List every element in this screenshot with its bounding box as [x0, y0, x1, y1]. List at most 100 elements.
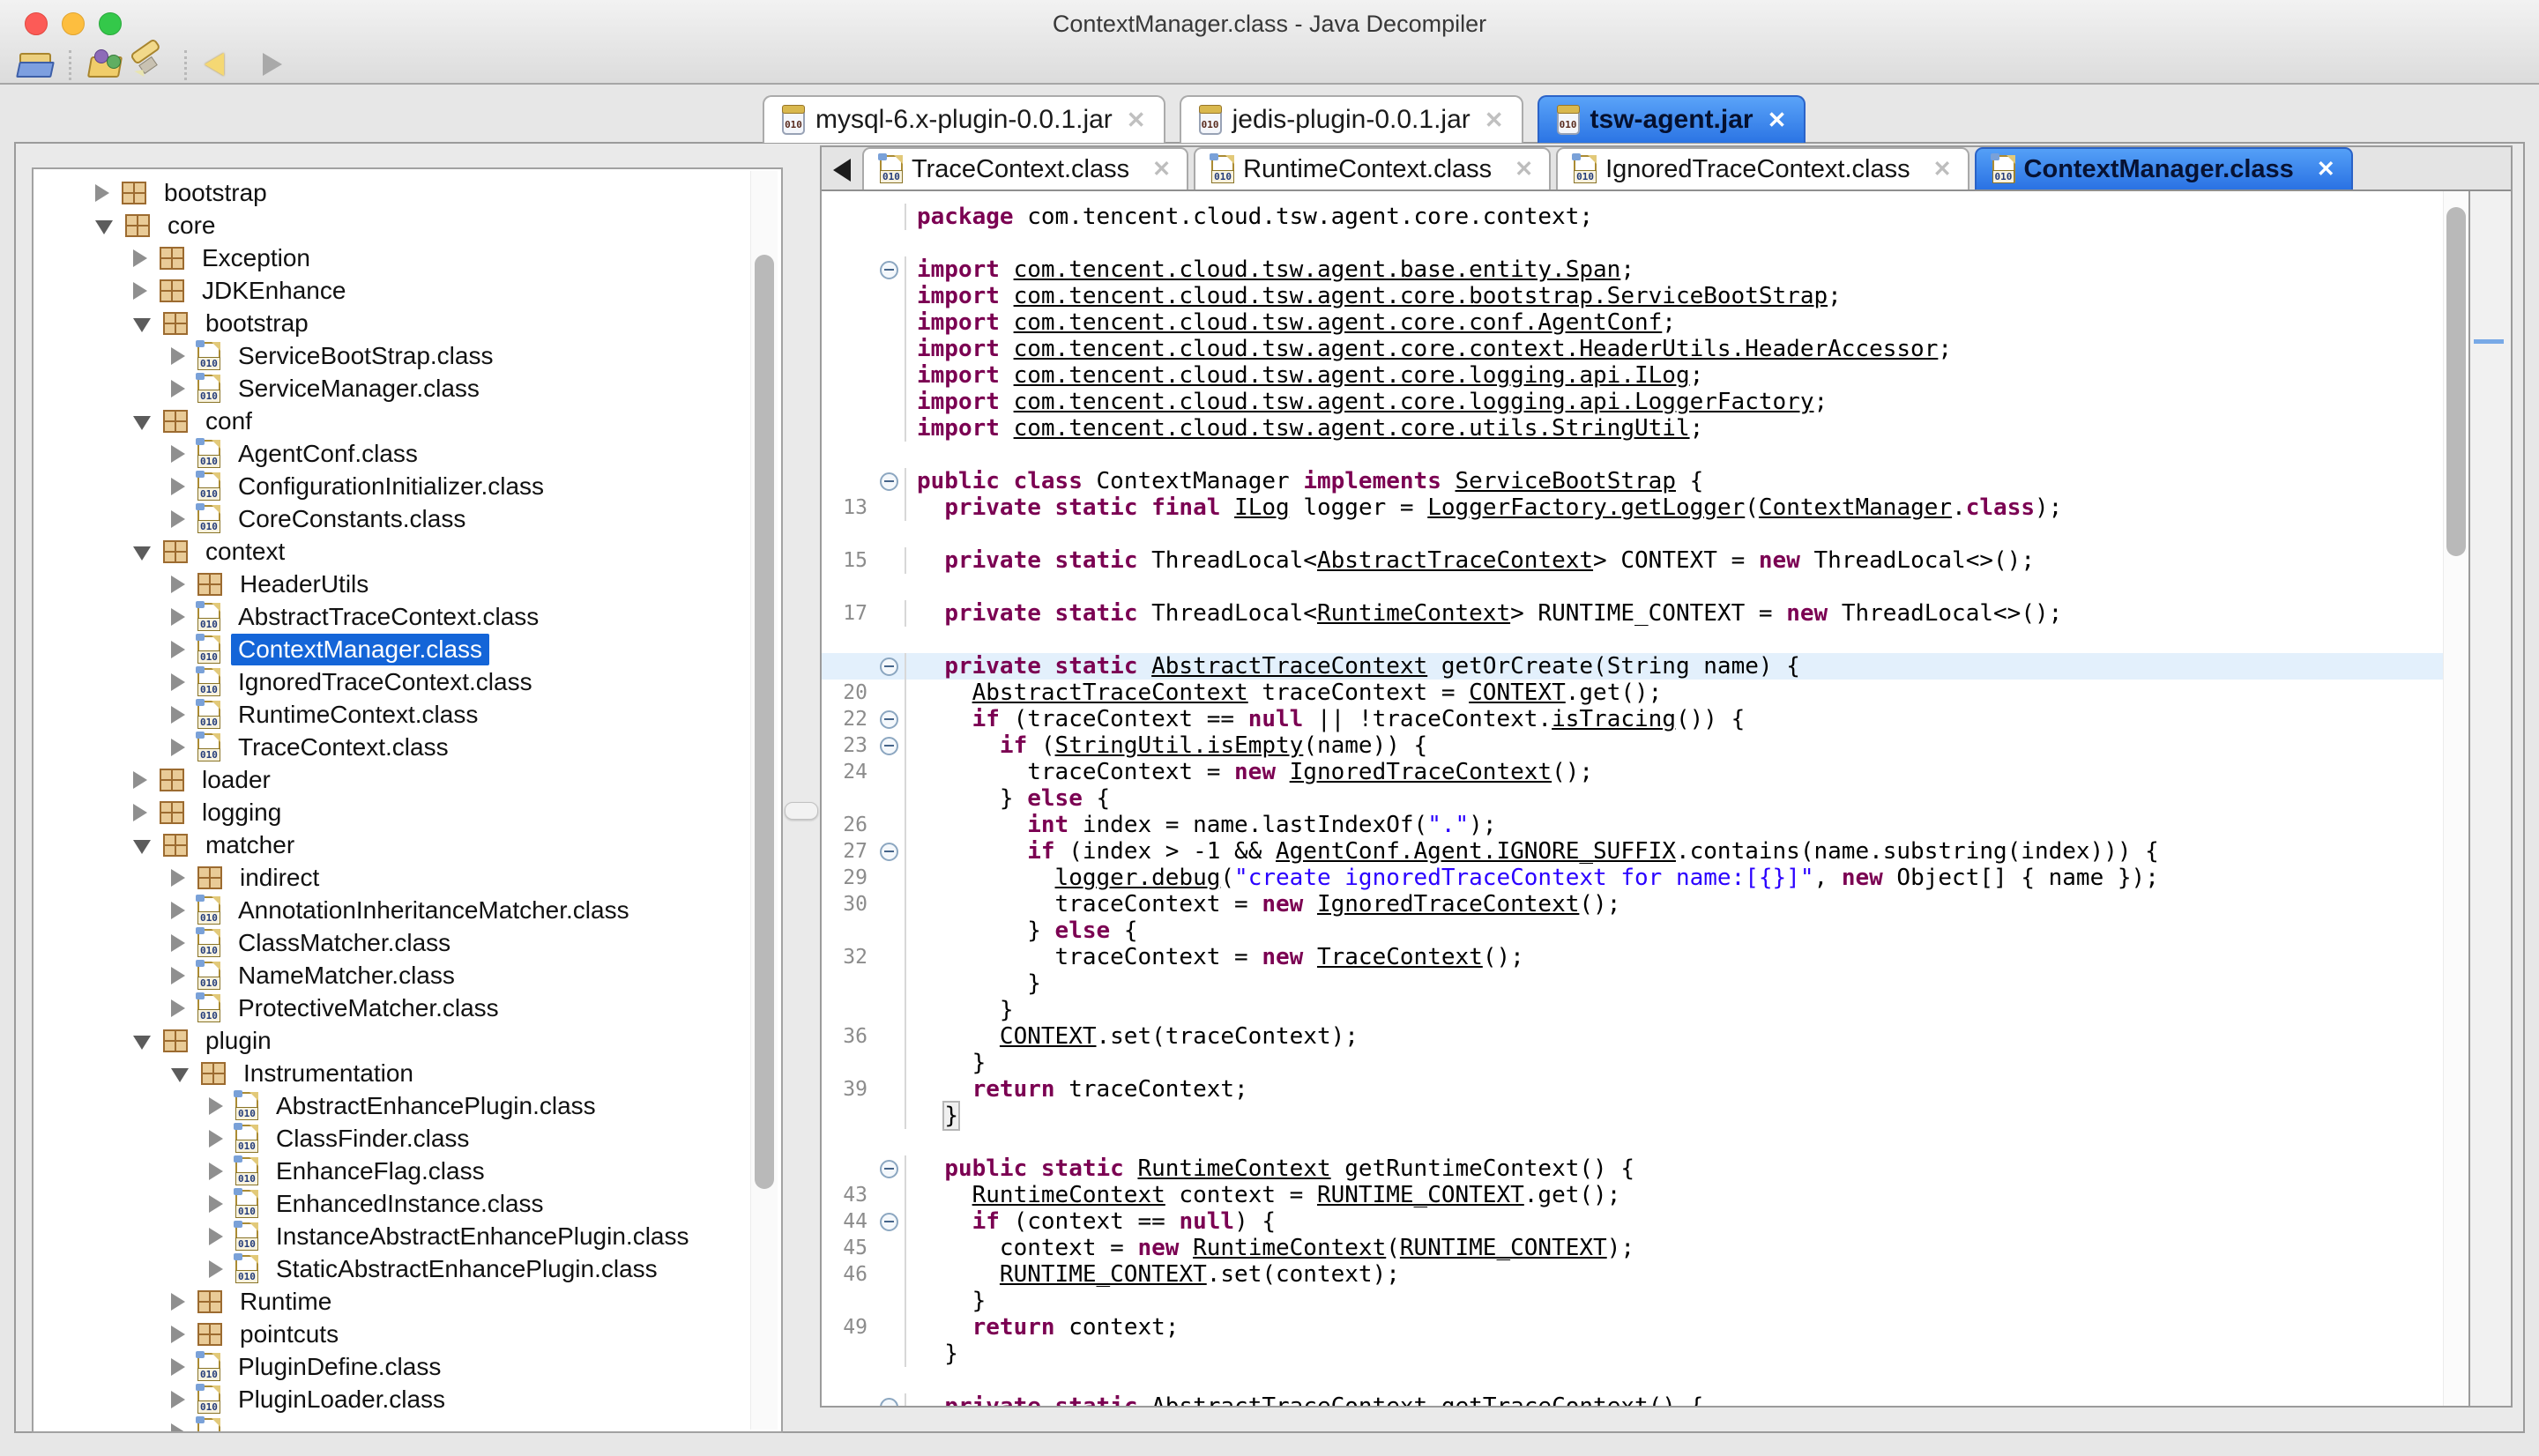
tree-item-bootstrap[interactable]: bootstrap [34, 176, 749, 209]
collapse-arrow-icon[interactable] [171, 706, 185, 724]
tree-item-partial[interactable]: 010 [34, 1415, 749, 1433]
class-tab-RuntimeContext.class[interactable]: 010RuntimeContext.class✕ [1194, 147, 1551, 189]
tree-item-PluginLoader.class[interactable]: 010PluginLoader.class [34, 1383, 749, 1415]
collapse-arrow-icon[interactable] [171, 673, 185, 691]
fold-collapse-icon[interactable] [880, 710, 898, 729]
class-tab-IgnoredTraceContext.class[interactable]: 010IgnoredTraceContext.class✕ [1556, 147, 1969, 189]
forward-icon[interactable] [249, 49, 284, 81]
collapse-arrow-icon[interactable] [209, 1260, 223, 1278]
collapse-arrow-icon[interactable] [171, 1391, 185, 1408]
collapse-arrow-icon[interactable] [209, 1195, 223, 1213]
tree-item-ClassFinder.class[interactable]: 010ClassFinder.class [34, 1122, 749, 1155]
code-link[interactable]: RuntimeContext [1317, 600, 1510, 627]
collapse-arrow-icon[interactable] [133, 282, 147, 300]
tree-item-AbstractTraceContext.class[interactable]: 010AbstractTraceContext.class [34, 600, 749, 633]
code-link[interactable]: CONTEXT [1469, 680, 1566, 706]
code-link[interactable]: RUNTIME_CONTEXT [1317, 1182, 1524, 1208]
code-link[interactable]: logger.debug [1055, 865, 1221, 891]
collapse-arrow-icon[interactable] [171, 445, 185, 463]
tree-item-IgnoredTraceContext.class[interactable]: 010IgnoredTraceContext.class [34, 665, 749, 698]
tree-item-ServiceBootStrap.class[interactable]: 010ServiceBootStrap.class [34, 339, 749, 372]
collapse-arrow-icon[interactable] [171, 576, 185, 593]
fold-collapse-icon[interactable] [880, 261, 898, 279]
close-tab-icon[interactable]: ✕ [1127, 107, 1146, 134]
tree-item-ContextManager.class[interactable]: 010ContextManager.class [34, 633, 749, 665]
collapse-arrow-icon[interactable] [209, 1163, 223, 1180]
tree-item-InstanceAbstractEnhancePlugin.class[interactable]: 010InstanceAbstractEnhancePlugin.class [34, 1220, 749, 1252]
close-tab-icon[interactable]: ✕ [1485, 107, 1504, 134]
jar-tab-mysql-6.x-plugin-0.0.1.jar[interactable]: 010mysql-6.x-plugin-0.0.1.jar✕ [763, 95, 1165, 143]
tree-item-logging[interactable]: logging [34, 796, 749, 828]
tree-item-ProtectiveMatcher.class[interactable]: 010ProtectiveMatcher.class [34, 992, 749, 1024]
collapse-arrow-icon[interactable] [171, 1293, 185, 1311]
code-link[interactable]: IgnoredTraceContext [1290, 759, 1552, 785]
tree-item-ConfigurationInitializer.class[interactable]: 010ConfigurationInitializer.class [34, 470, 749, 502]
expand-arrow-icon[interactable] [133, 840, 151, 854]
collapse-arrow-icon[interactable] [133, 804, 147, 821]
collapse-arrow-icon[interactable] [171, 902, 185, 919]
fold-collapse-icon[interactable] [880, 843, 898, 861]
collapse-arrow-icon[interactable] [209, 1228, 223, 1245]
tree-item-conf[interactable]: conf [34, 405, 749, 437]
tree-item-core[interactable]: core [34, 209, 749, 241]
tree-item-ServiceManager.class[interactable]: 010ServiceManager.class [34, 372, 749, 405]
collapse-arrow-icon[interactable] [171, 380, 185, 397]
collapse-arrow-icon[interactable] [209, 1097, 223, 1115]
code-link[interactable]: com.tencent.cloud.tsw.agent.core.bootstr… [1014, 283, 1828, 309]
tree-item-Instrumentation[interactable]: Instrumentation [34, 1057, 749, 1089]
code-link[interactable]: RUNTIME_CONTEXT [1000, 1261, 1207, 1288]
tree-item-ClassMatcher.class[interactable]: 010ClassMatcher.class [34, 926, 749, 959]
tree-item-pointcuts[interactable]: pointcuts [34, 1318, 749, 1350]
code-link[interactable]: com.tencent.cloud.tsw.agent.base.entity.… [1014, 256, 1621, 283]
code-link[interactable]: AgentConf.Agent.IGNORE_SUFFIX [1276, 838, 1676, 865]
tree-item-EnhancedInstance.class[interactable]: 010EnhancedInstance.class [34, 1187, 749, 1220]
tree-item-bootstrap[interactable]: bootstrap [34, 307, 749, 339]
collapse-arrow-icon[interactable] [171, 739, 185, 756]
collapse-arrow-icon[interactable] [171, 608, 185, 626]
code-link[interactable]: com.tencent.cloud.tsw.agent.core.logging… [1014, 362, 1690, 389]
expand-arrow-icon[interactable] [133, 1036, 151, 1050]
collapse-arrow-icon[interactable] [171, 347, 185, 365]
open-type-icon[interactable] [87, 49, 123, 81]
collapse-arrow-icon[interactable] [171, 999, 185, 1017]
class-tab-TraceContext.class[interactable]: 010TraceContext.class✕ [862, 147, 1188, 189]
fold-collapse-icon[interactable] [880, 657, 898, 676]
code-link[interactable]: AbstractTraceContext [972, 680, 1248, 706]
collapse-arrow-icon[interactable] [133, 771, 147, 789]
tree-item-JDKEnhance[interactable]: JDKEnhance [34, 274, 749, 307]
tree-item-loader[interactable]: loader [34, 763, 749, 796]
expand-arrow-icon[interactable] [171, 1068, 189, 1082]
code-link[interactable]: TraceContext [1317, 944, 1483, 970]
fold-collapse-icon[interactable] [880, 1398, 898, 1407]
fold-collapse-icon[interactable] [880, 1213, 898, 1231]
tree-item-Runtime[interactable]: Runtime [34, 1285, 749, 1318]
overview-ruler-tick[interactable] [2474, 339, 2504, 344]
expand-arrow-icon[interactable] [133, 546, 151, 561]
tree-scrollbar-thumb[interactable] [755, 255, 774, 1189]
code-link[interactable]: AbstractTraceContext [1151, 653, 1427, 680]
tree-scrollbar[interactable] [750, 171, 778, 1430]
code-link[interactable]: com.tencent.cloud.tsw.agent.core.context… [1014, 336, 1939, 362]
collapse-arrow-icon[interactable] [209, 1130, 223, 1148]
tree-item-matcher[interactable]: matcher [34, 828, 749, 861]
collapse-arrow-icon[interactable] [171, 478, 185, 495]
close-tab-icon[interactable]: ✕ [1515, 156, 1533, 182]
tree-item-HeaderUtils[interactable]: HeaderUtils [34, 568, 749, 600]
code-link[interactable]: AbstractTraceContext [1317, 547, 1593, 574]
code-link[interactable]: ServiceBootStrap [1456, 468, 1676, 494]
expand-arrow-icon[interactable] [95, 220, 113, 234]
tree-item-RuntimeContext.class[interactable]: 010RuntimeContext.class [34, 698, 749, 731]
tree-item-EnhanceFlag.class[interactable]: 010EnhanceFlag.class [34, 1155, 749, 1187]
tree-item-plugin[interactable]: plugin [34, 1024, 749, 1057]
tree-item-indirect[interactable]: indirect [34, 861, 749, 894]
close-tab-icon[interactable]: ✕ [1933, 156, 1952, 182]
collapse-arrow-icon[interactable] [171, 641, 185, 658]
code-link[interactable]: StringUtil.isEmpty [1055, 732, 1304, 759]
tree-item-PluginDefine.class[interactable]: 010PluginDefine.class [34, 1350, 749, 1383]
fold-collapse-icon[interactable] [880, 737, 898, 755]
collapse-arrow-icon[interactable] [133, 249, 147, 267]
tree-item-AbstractEnhancePlugin.class[interactable]: 010AbstractEnhancePlugin.class [34, 1089, 749, 1122]
search-icon[interactable] [133, 49, 168, 81]
collapse-arrow-icon[interactable] [171, 510, 185, 528]
collapse-arrow-icon[interactable] [171, 1358, 185, 1376]
